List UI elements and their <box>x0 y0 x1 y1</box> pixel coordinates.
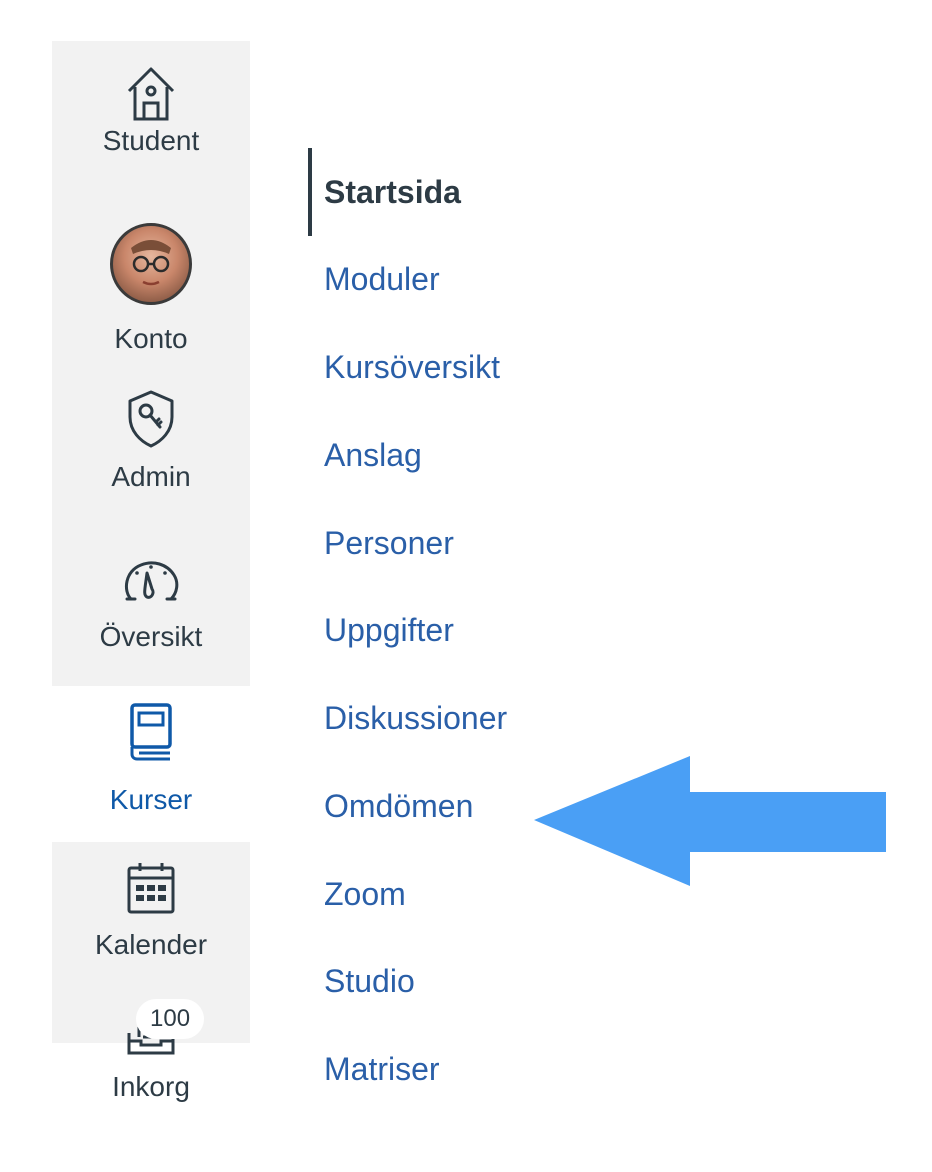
nav-inbox-label: Inkorg <box>112 1071 190 1102</box>
nav-student[interactable]: Student <box>52 63 250 157</box>
nav-courses-label: Kurser <box>109 784 193 815</box>
course-nav-studio[interactable]: Studio <box>324 961 415 1001</box>
active-item-marker <box>308 148 312 236</box>
course-nav-zoom[interactable]: Zoom <box>324 874 406 914</box>
nav-admin-label: Admin <box>111 461 191 492</box>
nav-dashboard[interactable]: Översikt <box>52 559 250 653</box>
course-nav-home[interactable]: Startsida <box>324 172 461 212</box>
nav-admin[interactable]: Admin <box>52 389 250 493</box>
nav-account-label: Konto <box>114 323 188 354</box>
course-nav-discussions[interactable]: Diskussioner <box>324 698 507 738</box>
dashboard-icon <box>124 561 179 601</box>
nav-calendar-label: Kalender <box>94 929 208 960</box>
course-nav-syllabus[interactable]: Kursöversikt <box>324 347 500 387</box>
nav-account[interactable]: Konto <box>52 223 250 355</box>
avatar <box>110 223 192 305</box>
inbox-unread-badge: 100 <box>136 999 205 1039</box>
home-icon <box>127 67 175 121</box>
course-nav-modules[interactable]: Moduler <box>324 259 440 299</box>
nav-student-label: Student <box>102 125 200 156</box>
pointer-arrow <box>534 756 886 886</box>
nav-courses[interactable]: Kurser <box>52 686 250 842</box>
admin-shield-icon <box>128 390 174 448</box>
nav-calendar[interactable]: Kalender <box>52 861 250 961</box>
nav-dashboard-label: Översikt <box>99 621 203 652</box>
global-navigation: Student Konto Admin Översikt Kurser Kale… <box>52 41 250 1102</box>
courses-book-icon <box>130 703 172 761</box>
course-nav-grades[interactable]: Omdömen <box>324 786 473 826</box>
course-nav-announcements[interactable]: Anslag <box>324 435 422 475</box>
course-nav-rubrics[interactable]: Matriser <box>324 1049 440 1089</box>
course-nav-people[interactable]: Personer <box>324 523 454 563</box>
calendar-icon <box>127 863 175 914</box>
course-nav-assignments[interactable]: Uppgifter <box>324 610 454 650</box>
